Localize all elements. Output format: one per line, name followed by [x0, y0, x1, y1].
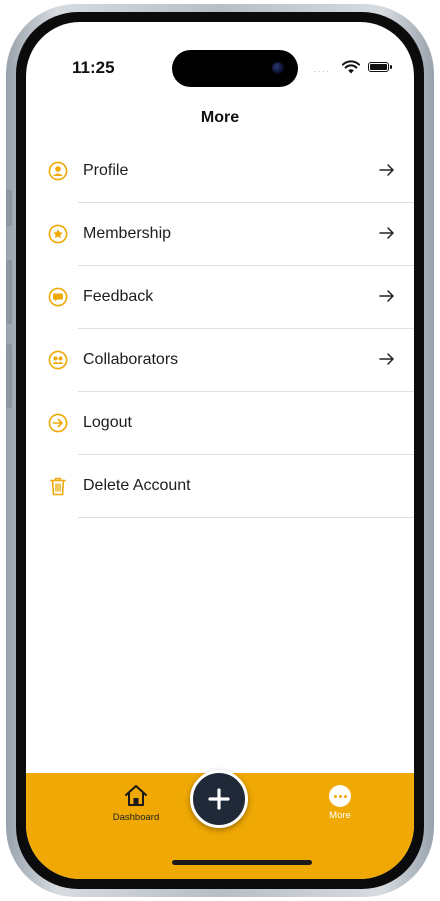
screen: 11:25 ···· More Profile Membership Feedb… — [26, 22, 414, 879]
menu-item-profile[interactable]: Profile — [26, 140, 414, 203]
menu-item-feedback[interactable]: Feedback — [26, 266, 414, 329]
tab-label: More — [329, 810, 351, 821]
menu-item-logout[interactable]: Logout — [26, 392, 414, 455]
signal-icon: ···· — [313, 66, 331, 77]
menu-item-collaborators[interactable]: Collaborators — [26, 329, 414, 392]
menu-item-label: Delete Account — [83, 477, 191, 494]
more-dots-icon — [329, 785, 351, 807]
users-icon — [48, 350, 68, 370]
page-title: More — [200, 109, 240, 126]
menu-item-label: Logout — [83, 414, 132, 431]
dynamic-island — [172, 50, 298, 87]
trash-icon — [50, 477, 66, 496]
action-button — [6, 190, 12, 226]
menu-item-membership[interactable]: Membership — [26, 203, 414, 266]
add-button[interactable] — [190, 770, 248, 828]
divider — [78, 517, 414, 518]
device-frame: 11:25 ···· More Profile Membership Feedb… — [6, 4, 434, 897]
battery-icon — [368, 62, 392, 72]
device-bezel: 11:25 ···· More Profile Membership Feedb… — [16, 12, 424, 889]
status-time: 11:25 — [72, 58, 115, 77]
star-badge-icon — [48, 224, 68, 244]
logout-arrow-icon — [48, 413, 68, 433]
arrow-right-icon — [379, 353, 394, 365]
menu-item-label: Profile — [83, 162, 129, 179]
arrow-right-icon — [379, 164, 394, 176]
volume-down-button — [6, 344, 12, 408]
menu-item-delete-account[interactable]: Delete Account — [26, 455, 414, 518]
volume-up-button — [6, 260, 12, 324]
plus-icon — [208, 788, 230, 810]
camera-icon — [272, 62, 284, 74]
tab-more[interactable]: More — [300, 783, 380, 821]
arrow-right-icon — [379, 227, 394, 239]
menu-item-label: Feedback — [83, 288, 154, 305]
wifi-icon — [342, 60, 360, 74]
menu-item-label: Membership — [83, 225, 172, 242]
profile-icon — [48, 161, 68, 181]
more-menu: Profile Membership Feedback Collaborator… — [26, 140, 414, 518]
tab-dashboard[interactable]: Dashboard — [96, 783, 176, 823]
arrow-right-icon — [379, 290, 394, 302]
menu-item-label: Collaborators — [83, 351, 179, 368]
tab-label: Dashboard — [112, 812, 160, 823]
home-icon — [125, 785, 147, 806]
home-indicator — [172, 860, 312, 865]
chat-bubble-icon — [48, 287, 68, 307]
